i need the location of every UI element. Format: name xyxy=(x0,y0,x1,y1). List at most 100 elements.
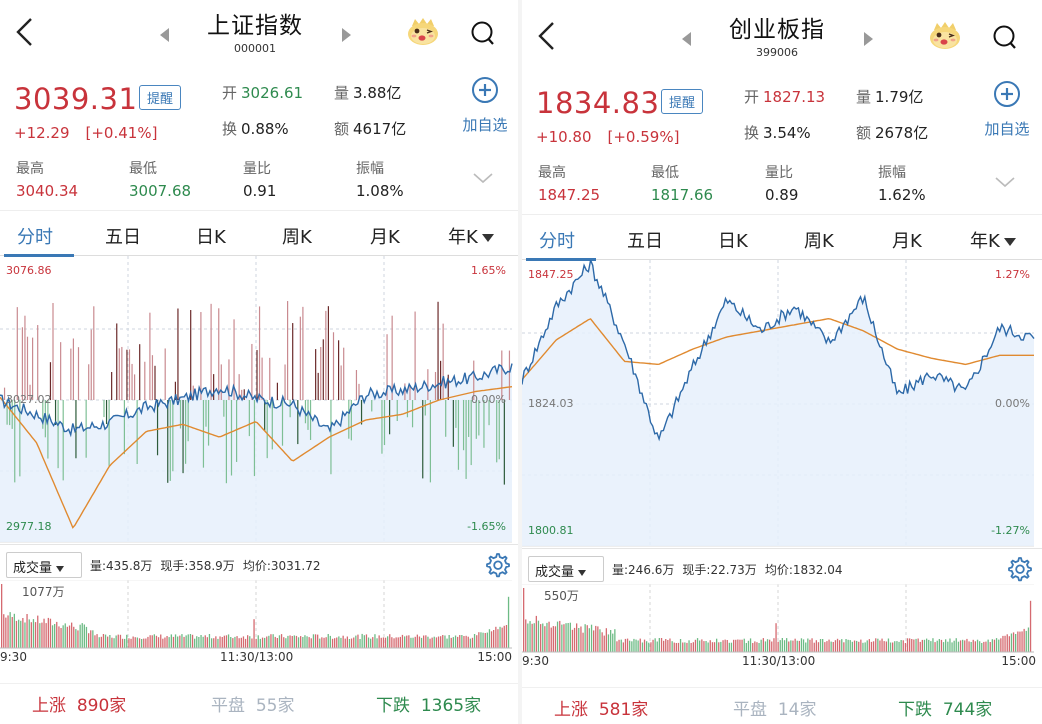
low-value: 1817.66 xyxy=(651,186,714,204)
volume-bar-up xyxy=(724,639,726,652)
volume-bar-up xyxy=(490,631,493,648)
search-button[interactable] xyxy=(992,24,1018,50)
volume-bar-down xyxy=(783,640,786,652)
tab-intraday[interactable]: 分时 xyxy=(17,223,53,249)
back-button[interactable] xyxy=(14,16,36,48)
volume-bar-up xyxy=(399,636,401,648)
amount-value: 4617亿 xyxy=(353,120,407,138)
high-value: 1847.25 xyxy=(538,186,601,204)
volume-bar-down xyxy=(805,642,807,652)
volume-bar-up xyxy=(437,636,440,648)
volume-bar-down xyxy=(177,636,179,648)
volume-bar-down xyxy=(688,640,690,652)
volume-bar-up xyxy=(993,639,996,652)
tab-yearly-k[interactable]: 年K xyxy=(970,227,1016,253)
tab-five-day[interactable]: 五日 xyxy=(105,223,141,249)
indicator-select[interactable]: 成交量 xyxy=(6,552,82,578)
volume-bar-up xyxy=(423,635,425,648)
amplitude-label: 振幅 xyxy=(356,161,384,177)
tab-daily-k[interactable]: 日K xyxy=(718,227,748,253)
volume-bar-up xyxy=(425,635,427,648)
tab-monthly-k[interactable]: 月K xyxy=(370,223,400,249)
current-price: 1834.83 xyxy=(536,86,660,120)
volume-bar-down xyxy=(211,638,213,648)
intraday-chart[interactable]: 3076.86 3027.02 2977.18 1.65% 0.00% -1.6… xyxy=(0,256,518,544)
volume-bar-down xyxy=(684,642,686,652)
axis-bottom-price: 2977.18 xyxy=(6,520,52,533)
breadth-up-label: 上涨 xyxy=(554,700,588,720)
volume-bar-up xyxy=(563,624,565,652)
volume-chart[interactable]: 550万 9:30 11:30/13:00 15:00 xyxy=(522,584,1042,676)
mascot-icon[interactable] xyxy=(406,16,440,46)
volume-bar-down xyxy=(945,639,947,652)
tab-weekly-k[interactable]: 周K xyxy=(804,227,834,253)
volume-bar-up xyxy=(626,638,629,652)
volume-bar-down xyxy=(936,640,938,652)
volume-bar-up xyxy=(476,635,478,648)
add-watchlist-button[interactable]: 加自选 xyxy=(977,80,1037,139)
volume-info: 量:435.8万 现手:358.9万 均价:3031.72 xyxy=(90,557,328,574)
volume-bar-down xyxy=(635,639,637,652)
volume-bar-up xyxy=(875,638,877,652)
volume-bar-up xyxy=(431,637,433,648)
volume-bar-down xyxy=(955,638,957,652)
tab-monthly-k[interactable]: 月K xyxy=(892,227,922,253)
axis-bottom-price: 1800.81 xyxy=(528,524,574,537)
volume-chart[interactable]: 1077万 9:30 11:30/13:00 15:00 xyxy=(0,580,518,672)
breadth-down-label: 下跌 xyxy=(376,696,410,716)
volume-bar-down xyxy=(894,641,896,652)
time-start: 9:30 xyxy=(0,650,27,664)
volume-bar-up xyxy=(384,637,387,648)
search-button[interactable] xyxy=(470,20,496,46)
volume-bar-down xyxy=(181,634,183,648)
volume-bar-up xyxy=(667,640,669,652)
next-index-button[interactable] xyxy=(864,32,873,46)
volume-bar-down xyxy=(845,639,847,652)
tab-yearly-k[interactable]: 年K xyxy=(448,223,494,249)
back-button[interactable] xyxy=(536,20,558,52)
volume-bar-down xyxy=(889,642,892,652)
settings-button[interactable] xyxy=(484,552,510,578)
volume-bar-up xyxy=(690,643,692,652)
volume-bar-up xyxy=(959,640,962,652)
remind-button[interactable]: 提醒 xyxy=(661,89,704,114)
volume-bar-down xyxy=(730,642,733,652)
prev-index-button[interactable] xyxy=(682,32,691,46)
tab-weekly-k[interactable]: 周K xyxy=(282,223,312,249)
volume-bar-up xyxy=(597,626,599,652)
expand-button[interactable] xyxy=(472,170,494,184)
volume-bar-up xyxy=(872,641,875,652)
volume-bar-up xyxy=(826,641,828,652)
volume-bar-up xyxy=(321,637,323,648)
search-icon xyxy=(471,21,494,45)
next-index-button[interactable] xyxy=(342,28,351,42)
volume-bar-up xyxy=(166,636,168,648)
prev-index-button[interactable] xyxy=(160,28,169,42)
volume-value: 1.79亿 xyxy=(875,88,924,106)
volume-bar-up xyxy=(618,639,620,652)
remind-button[interactable]: 提醒 xyxy=(139,85,182,110)
tab-five-day[interactable]: 五日 xyxy=(627,227,663,253)
intraday-chart[interactable]: 1847.25 1824.03 1800.81 1.27% 0.00% -1.2… xyxy=(522,260,1042,548)
volume-bar-up xyxy=(858,641,860,652)
add-watchlist-button[interactable]: 加自选 xyxy=(455,76,515,135)
volume-bar-up xyxy=(692,642,694,652)
market-breadth: 上涨 890家 平盘 55家 下跌 1365家 xyxy=(0,683,518,719)
volume-bar-up xyxy=(853,640,856,652)
volume-bar-up xyxy=(650,642,652,652)
mascot-icon[interactable] xyxy=(928,20,962,50)
indicator-select[interactable]: 成交量 xyxy=(528,556,604,582)
settings-button[interactable] xyxy=(1006,556,1032,582)
panel-chinext: 创业板指 399006 1834.83 提醒 +10.80 [+0.59%] 开… xyxy=(522,4,1042,724)
expand-button[interactable] xyxy=(994,174,1016,188)
volume-bar-up xyxy=(906,638,909,652)
low-label: 最低 xyxy=(129,161,157,177)
volume-bar-up xyxy=(497,629,499,648)
volume-bar-up xyxy=(540,624,542,652)
volume-bar-down xyxy=(370,638,372,648)
volume-bar-down xyxy=(614,629,616,652)
tab-intraday[interactable]: 分时 xyxy=(539,227,575,253)
volume-bar-up xyxy=(775,623,777,652)
tab-daily-k[interactable]: 日K xyxy=(196,223,226,249)
volume-bar-down xyxy=(230,637,232,648)
